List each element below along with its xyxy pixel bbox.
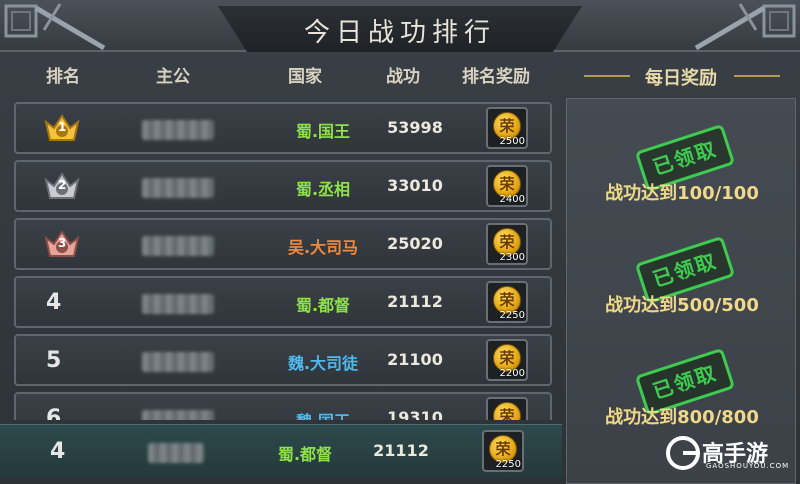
lord-name-blurred [142, 120, 214, 140]
watermark-logo-icon [666, 436, 700, 470]
sword-ornament-icon [694, 3, 796, 51]
rank-number: 5 [46, 348, 62, 373]
merit-value: 25020 [387, 234, 443, 253]
table-row[interactable]: 2 蜀.丞相 33010 荣 2400 [14, 160, 552, 212]
ranking-window: 今日战功排行 排名 主公 国家 战功 排名奖励 1 蜀.国王 53998 荣 2500 2… [0, 0, 800, 484]
header-divider [734, 75, 780, 77]
rank-number: 1 [58, 120, 67, 134]
merit-value: 21100 [387, 350, 443, 369]
column-header-merit: 战功 [386, 67, 420, 87]
rank-reward-box[interactable]: 荣 2200 [486, 339, 528, 381]
table-row[interactable]: 3 吴.大司马 25020 荣 2300 [14, 218, 552, 270]
country-title: 蜀.国王 [295, 122, 351, 141]
country-title: 魏.大司徒 [287, 354, 359, 373]
own-ranking-row: 4 蜀.都督 21112 荣 2250 [0, 424, 562, 478]
country-title: 蜀.都督 [295, 296, 351, 315]
own-lord-name-blurred [148, 443, 204, 463]
table-row[interactable]: 4 蜀.都督 21112 荣 2250 [14, 276, 552, 328]
rank-number: 3 [58, 236, 67, 250]
watermark-url: GAOSHOUYOU.COM [706, 462, 790, 470]
own-reward-amount: 2250 [495, 459, 521, 470]
table-row[interactable]: 1 蜀.国王 53998 荣 2500 [14, 102, 552, 154]
rank-number: 2 [58, 178, 67, 192]
daily-reward-header: 每日奖励 [562, 56, 800, 96]
daily-reward-panel: 已领取 战功达到100/100 已领取 战功达到500/500 已领取 战功达到800/8… [566, 98, 796, 484]
country-title: 魏.国王 [278, 408, 368, 420]
country-title: 吴.大司马 [287, 238, 359, 257]
reward-amount: 2400 [499, 194, 525, 205]
daily-reward-title: 每日奖励 [645, 68, 717, 89]
rank-number: 4 [46, 290, 62, 315]
lord-name-blurred [142, 410, 214, 420]
own-country: 蜀.都督 [277, 445, 333, 464]
page-title: 今日战功排行 [303, 18, 496, 48]
column-header-reward: 排名奖励 [462, 67, 530, 87]
honor-coin-icon: 荣 [493, 402, 521, 420]
watermark: 高手游 GAOSHOUYOU.COM [662, 434, 792, 474]
own-reward-box[interactable]: 荣 2250 [482, 430, 524, 472]
merit-value: 21112 [387, 292, 443, 311]
rank-reward-box[interactable]: 荣 2400 [486, 165, 528, 207]
rank-reward-box[interactable]: 荣 2500 [486, 107, 528, 149]
column-header-rank: 排名 [46, 67, 80, 87]
table-row[interactable]: 5 魏.大司徒 21100 荣 2200 [14, 334, 552, 386]
lord-name-blurred [142, 352, 214, 372]
merit-value: 33010 [387, 176, 443, 195]
rank-reward-box[interactable]: 荣 [486, 397, 528, 420]
rank-reward-box[interactable]: 荣 2300 [486, 223, 528, 265]
lord-name-blurred [142, 178, 214, 198]
rank-number: 6 [46, 406, 62, 420]
ranking-list[interactable]: 1 蜀.国王 53998 荣 2500 2 蜀.丞相 33010 荣 2400 3 吴.大司马 2502… [14, 102, 554, 420]
reward-amount: 2500 [499, 136, 525, 147]
own-merit: 21112 [373, 441, 429, 460]
column-header-lord: 主公 [156, 67, 190, 87]
lord-name-blurred [142, 294, 214, 314]
merit-value: 19310 [387, 408, 443, 420]
column-header-country: 国家 [288, 67, 322, 87]
reward-amount: 2200 [499, 368, 525, 379]
reward-amount: 2250 [499, 310, 525, 321]
reward-amount: 2300 [499, 252, 525, 263]
country-title: 蜀.丞相 [295, 180, 351, 199]
lord-name-blurred [142, 236, 214, 256]
table-row[interactable]: 6 魏.国王 19310 荣 [14, 392, 552, 420]
rank-reward-box[interactable]: 荣 2250 [486, 281, 528, 323]
own-rank: 4 [50, 439, 66, 464]
daily-reward-label: 战功达到500/500 [605, 295, 759, 316]
daily-reward-label: 战功达到800/800 [605, 407, 759, 428]
merit-value: 53998 [387, 118, 443, 137]
daily-reward-label: 战功达到100/100 [605, 183, 759, 204]
title-bar: 今日战功排行 [0, 0, 800, 52]
